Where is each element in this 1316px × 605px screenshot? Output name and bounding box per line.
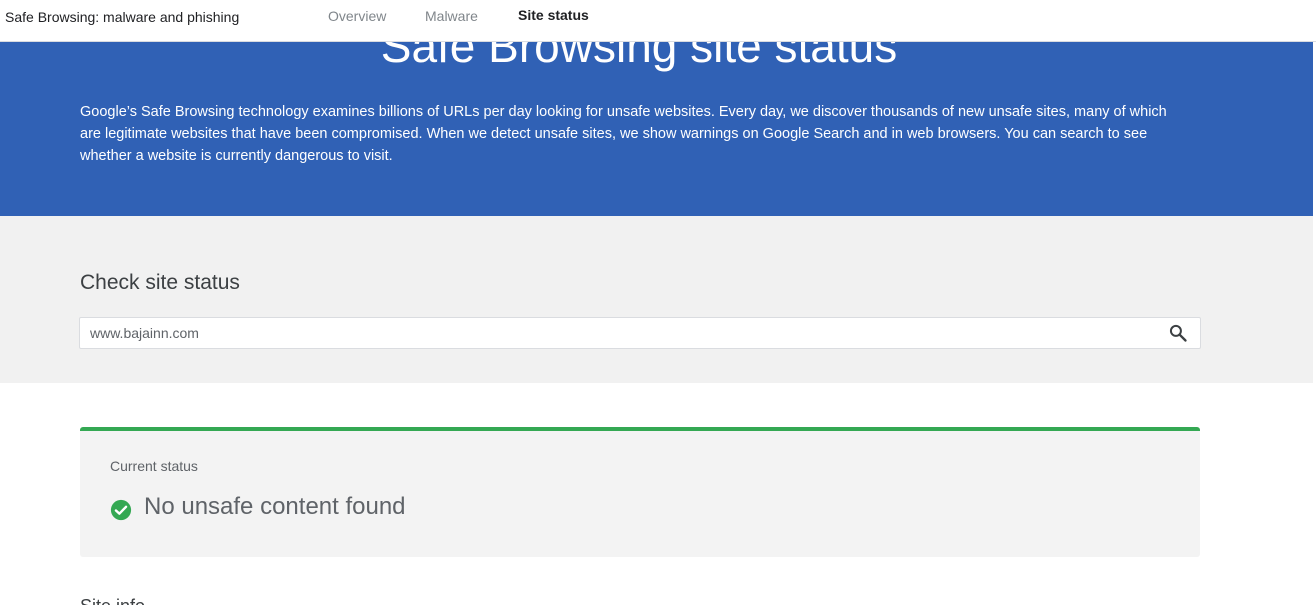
check-site-status-heading: Check site status — [80, 271, 240, 294]
site-title[interactable]: Safe Browsing: malware and phishing — [5, 9, 239, 25]
search-box — [79, 317, 1201, 349]
tab-site-status[interactable]: Site status — [518, 7, 589, 23]
hero-description: Google’s Safe Browsing technology examin… — [80, 104, 1167, 164]
status-card: Current status No unsafe content found — [80, 427, 1200, 557]
status-result: No unsafe content found — [144, 493, 406, 520]
top-nav-bar: Safe Browsing: malware and phishing Over… — [0, 0, 1316, 42]
search-icon[interactable] — [1168, 323, 1188, 343]
search-input[interactable] — [90, 318, 1150, 348]
page: Safe Browsing: malware and phishing Over… — [0, 0, 1316, 605]
check-site-status-section: Check site status — [0, 216, 1313, 383]
tab-malware[interactable]: Malware — [425, 8, 478, 24]
site-info-heading: Site info — [80, 596, 145, 605]
check-circle-icon — [110, 499, 132, 521]
hero-banner: Safe Browsing site status Google’s Safe … — [0, 41, 1313, 216]
tab-overview[interactable]: Overview — [328, 8, 386, 24]
page-title: Safe Browsing site status — [380, 41, 898, 72]
current-status-label: Current status — [110, 458, 198, 474]
